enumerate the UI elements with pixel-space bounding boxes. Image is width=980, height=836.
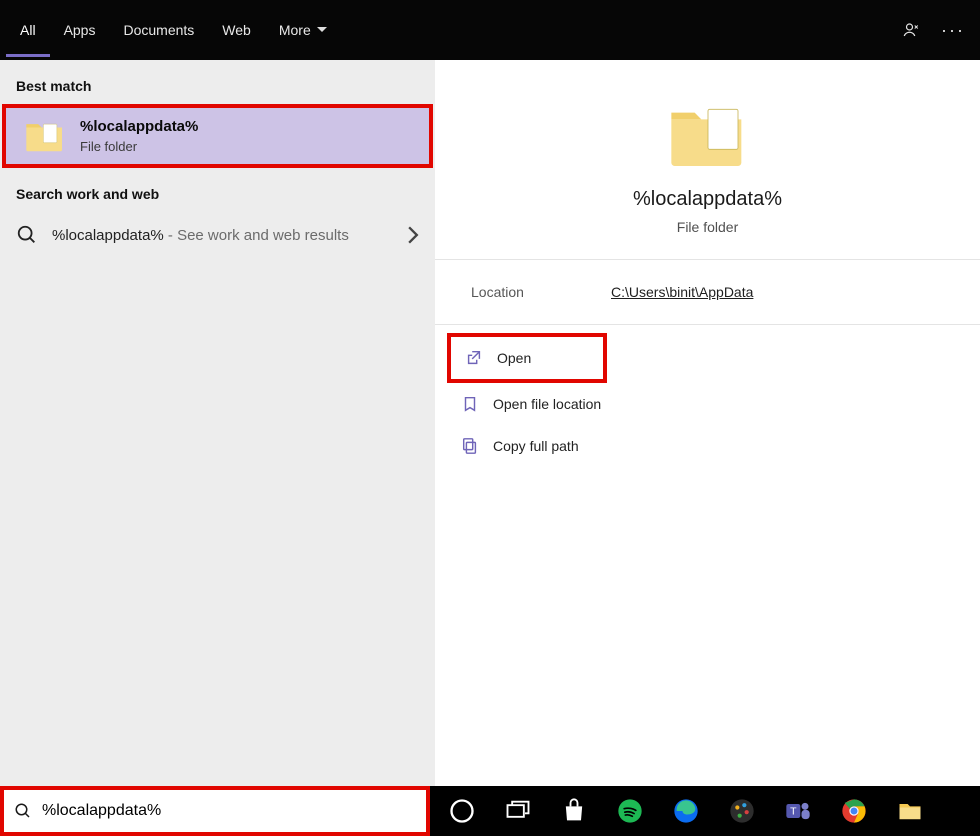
folder-icon [24, 119, 66, 153]
taskbar-search-input[interactable] [42, 802, 416, 820]
location-label: Location [471, 284, 611, 300]
location-value[interactable]: C:\Users\binit\AppData [611, 284, 753, 300]
location-row: Location C:\Users\binit\AppData [435, 260, 980, 325]
taskbar: T [0, 786, 980, 836]
best-match-subtitle: File folder [80, 139, 198, 154]
search-web-item[interactable]: %localappdata% - See work and web result… [0, 212, 435, 258]
taskbar-search[interactable] [0, 786, 430, 836]
bookmark-icon [461, 395, 479, 413]
open-action[interactable]: Open [447, 333, 607, 383]
chrome-icon[interactable] [840, 797, 868, 825]
best-match-label: Best match [0, 60, 435, 104]
preview-actions: Open Open file location Copy full path [435, 325, 980, 475]
tab-documents[interactable]: Documents [109, 4, 208, 57]
results-panel: Best match %localappdata% File folder Se… [0, 60, 435, 786]
copy-full-path-action[interactable]: Copy full path [447, 425, 968, 467]
tab-more-label: More [279, 22, 311, 38]
best-match-result[interactable]: %localappdata% File folder [2, 104, 433, 168]
open-label: Open [497, 350, 531, 366]
preview-subtitle: File folder [677, 219, 738, 235]
spotify-icon[interactable] [616, 797, 644, 825]
search-web-label: Search work and web [0, 168, 435, 212]
more-options-icon[interactable]: ··· [932, 0, 974, 60]
account-icon[interactable] [890, 0, 932, 60]
open-file-location-label: Open file location [493, 396, 601, 412]
copy-full-path-label: Copy full path [493, 438, 579, 454]
tab-web[interactable]: Web [208, 4, 265, 57]
explorer-icon[interactable] [896, 797, 924, 825]
svg-text:T: T [790, 806, 797, 818]
search-icon [16, 224, 38, 246]
search-filter-tabs: All Apps Documents Web More ··· [0, 0, 980, 60]
cortana-icon[interactable] [448, 797, 476, 825]
tab-more[interactable]: More [265, 4, 341, 57]
copy-icon [461, 437, 479, 455]
best-match-title: %localappdata% [80, 118, 198, 135]
preview-header: %localappdata% File folder [435, 60, 980, 260]
open-file-location-action[interactable]: Open file location [447, 383, 968, 425]
task-view-icon[interactable] [504, 797, 532, 825]
preview-panel: %localappdata% File folder Location C:\U… [435, 60, 980, 786]
chevron-right-icon [407, 226, 419, 244]
edge-icon[interactable] [672, 797, 700, 825]
tab-all[interactable]: All [6, 4, 50, 57]
search-web-text: %localappdata% - See work and web result… [52, 227, 393, 244]
paint-icon[interactable] [728, 797, 756, 825]
taskbar-tray: T [430, 786, 980, 836]
open-icon [465, 349, 483, 367]
folder-icon [668, 100, 748, 172]
store-icon[interactable] [560, 797, 588, 825]
chevron-down-icon [317, 27, 327, 33]
search-icon [14, 802, 32, 820]
tab-apps[interactable]: Apps [50, 4, 110, 57]
teams-icon[interactable]: T [784, 797, 812, 825]
preview-title: %localappdata% [633, 188, 782, 211]
